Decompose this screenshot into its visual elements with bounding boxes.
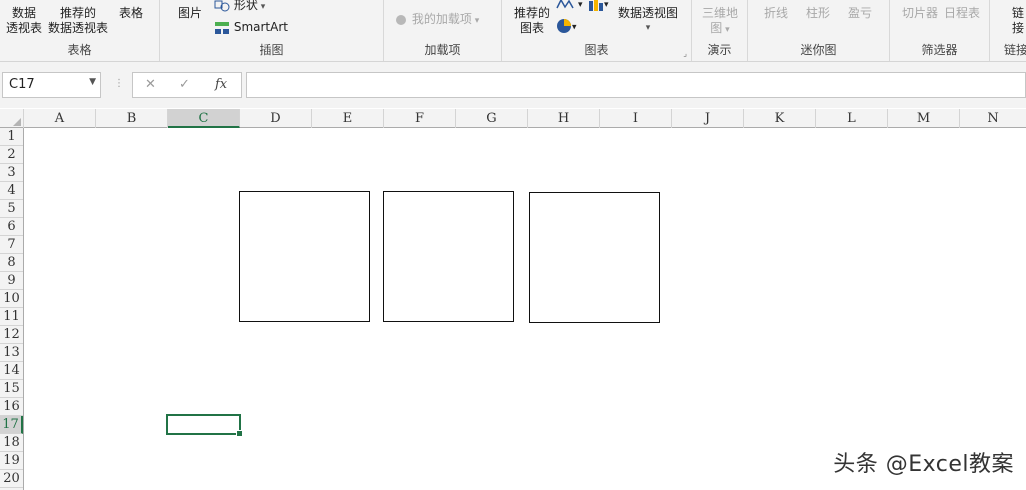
cancel-icon[interactable]: ✕ (145, 77, 156, 92)
row-header-8[interactable]: 8 (0, 254, 23, 272)
row-header-6[interactable]: 6 (0, 218, 23, 236)
rectangle-shape-2[interactable] (383, 191, 514, 322)
ribbon: 数据 透视表 推荐的 数据透视表 表格 表格 图片 形状 ▾ SmartArt … (0, 0, 1026, 62)
pie-chart-icon (557, 19, 571, 33)
group-label-charts: 图表 (584, 43, 609, 57)
ribbon-group-sparklines: 折线 柱形 盈亏 迷你图 (748, 0, 890, 61)
column-header-c[interactable]: C (168, 109, 240, 128)
row-header-5[interactable]: 5 (0, 200, 23, 218)
group-label-tours: 演示 (707, 43, 732, 57)
column-header-g[interactable]: G (456, 109, 528, 128)
column-header-i[interactable]: I (600, 109, 672, 128)
row-headers: 1 2 3 4 5 6 7 8 9 10 11 12 13 14 15 16 1… (0, 128, 24, 490)
row-header-10[interactable]: 10 (0, 290, 23, 308)
group-label-tables: 表格 (67, 43, 92, 57)
smartart-button[interactable]: SmartArt (214, 20, 288, 35)
smartart-icon (215, 21, 229, 34)
formula-bar-grip-icon: ⋮ (114, 78, 124, 89)
ribbon-group-filters: 切片器 日程表 筛选器 (890, 0, 990, 61)
ribbon-group-illustrations: 图片 形状 ▾ SmartArt 插图 (160, 0, 384, 61)
recommended-charts-button[interactable]: 推荐的 图表 (510, 6, 554, 36)
column-header-d[interactable]: D (240, 109, 312, 128)
line-chart-icon (556, 0, 574, 8)
slicer-button[interactable]: 切片器 (902, 6, 938, 21)
pivottable-button[interactable]: 数据 透视表 (4, 6, 44, 36)
row-header-18[interactable]: 18 (0, 434, 23, 452)
worksheet-grid[interactable] (25, 128, 1026, 490)
pictures-button[interactable]: 图片 (170, 6, 210, 21)
sparkline-column-button[interactable]: 柱形 (806, 6, 830, 21)
watermark-text: 头条 @Excel教案 (833, 452, 1014, 477)
row-header-7[interactable]: 7 (0, 236, 23, 254)
row-header-2[interactable]: 2 (0, 146, 23, 164)
enter-icon[interactable]: ✓ (179, 77, 190, 92)
column-header-e[interactable]: E (312, 109, 384, 128)
column-chart-icon (589, 0, 603, 11)
ribbon-group-charts: 推荐的 图表 ▾ ▾ ▾ 数据透视图 ▾ 图表 ⌟ (502, 0, 692, 61)
pivotchart-button[interactable]: 数据透视图 ▾ (618, 6, 678, 36)
timeline-button[interactable]: 日程表 (944, 6, 980, 21)
insert-function-icon[interactable]: fx (215, 77, 227, 92)
formula-bar-area: C17 ▼ ⋮ ✕ ✓ fx (0, 62, 1026, 108)
sparkline-line-button[interactable]: 折线 (764, 6, 788, 21)
row-header-9[interactable]: 9 (0, 272, 23, 290)
column-header-h[interactable]: H (528, 109, 600, 128)
formula-controls: ✕ ✓ fx (132, 72, 242, 98)
column-header-k[interactable]: K (744, 109, 816, 128)
name-box-value: C17 (9, 77, 35, 92)
ribbon-group-addins: 我的加载项 ▾ 加载项 (384, 0, 502, 61)
ribbon-group-links: 链 接 链接 (990, 0, 1026, 61)
row-header-15[interactable]: 15 (0, 380, 23, 398)
sparkline-winloss-button[interactable]: 盈亏 (848, 6, 872, 21)
row-header-13[interactable]: 13 (0, 344, 23, 362)
column-header-j[interactable]: J (672, 109, 744, 128)
my-addins-button[interactable]: 我的加载项 ▾ (394, 12, 479, 29)
ribbon-group-tours: 三维地 图 ▾ 演示 (692, 0, 748, 61)
column-header-l[interactable]: L (816, 109, 888, 128)
rectangle-shape-1[interactable] (239, 191, 370, 322)
row-header-20[interactable]: 20 (0, 470, 23, 488)
column-chart-button[interactable]: ▾ (588, 0, 609, 13)
line-chart-button[interactable]: ▾ (556, 0, 583, 13)
pie-chart-button[interactable]: ▾ (556, 18, 577, 36)
group-label-addins: 加载项 (424, 43, 461, 57)
column-header-n[interactable]: N (960, 109, 1026, 128)
row-header-17[interactable]: 17 (0, 416, 23, 434)
row-header-16[interactable]: 16 (0, 398, 23, 416)
addins-icon (396, 14, 406, 25)
column-header-b[interactable]: B (96, 109, 168, 128)
row-header-3[interactable]: 3 (0, 164, 23, 182)
active-cell-c17[interactable] (166, 414, 243, 437)
column-header-f[interactable]: F (384, 109, 456, 128)
row-header-1[interactable]: 1 (0, 128, 23, 146)
column-header-m[interactable]: M (888, 109, 960, 128)
row-header-12[interactable]: 12 (0, 326, 23, 344)
3d-map-button[interactable]: 三维地 图 ▾ (698, 6, 742, 38)
row-header-14[interactable]: 14 (0, 362, 23, 380)
group-label-links: 链接 (1004, 43, 1026, 57)
shapes-button[interactable]: 形状 ▾ (214, 0, 265, 15)
row-header-11[interactable]: 11 (0, 308, 23, 326)
row-header-4[interactable]: 4 (0, 182, 23, 200)
name-box-dropdown-icon[interactable]: ▼ (89, 77, 96, 87)
shapes-icon (214, 0, 230, 11)
link-button[interactable]: 链 接 (1012, 6, 1024, 36)
group-label-illustrations: 插图 (259, 43, 284, 57)
group-label-filters: 筛选器 (921, 43, 958, 57)
column-header-a[interactable]: A (24, 109, 96, 128)
recommended-pivottable-button[interactable]: 推荐的 数据透视表 (46, 6, 110, 36)
table-button[interactable]: 表格 (114, 6, 148, 21)
formula-input[interactable] (246, 72, 1026, 98)
row-header-19[interactable]: 19 (0, 452, 23, 470)
group-label-sparklines: 迷你图 (800, 43, 837, 57)
charts-dialog-launcher-icon[interactable]: ⌟ (683, 49, 687, 58)
select-all-corner[interactable] (0, 109, 24, 128)
rectangle-shape-3[interactable] (529, 192, 660, 323)
ribbon-group-tables: 数据 透视表 推荐的 数据透视表 表格 表格 (0, 0, 160, 61)
column-headers: A B C D E F G H I J K L M N (0, 109, 1026, 128)
name-box[interactable]: C17 ▼ (2, 72, 101, 98)
